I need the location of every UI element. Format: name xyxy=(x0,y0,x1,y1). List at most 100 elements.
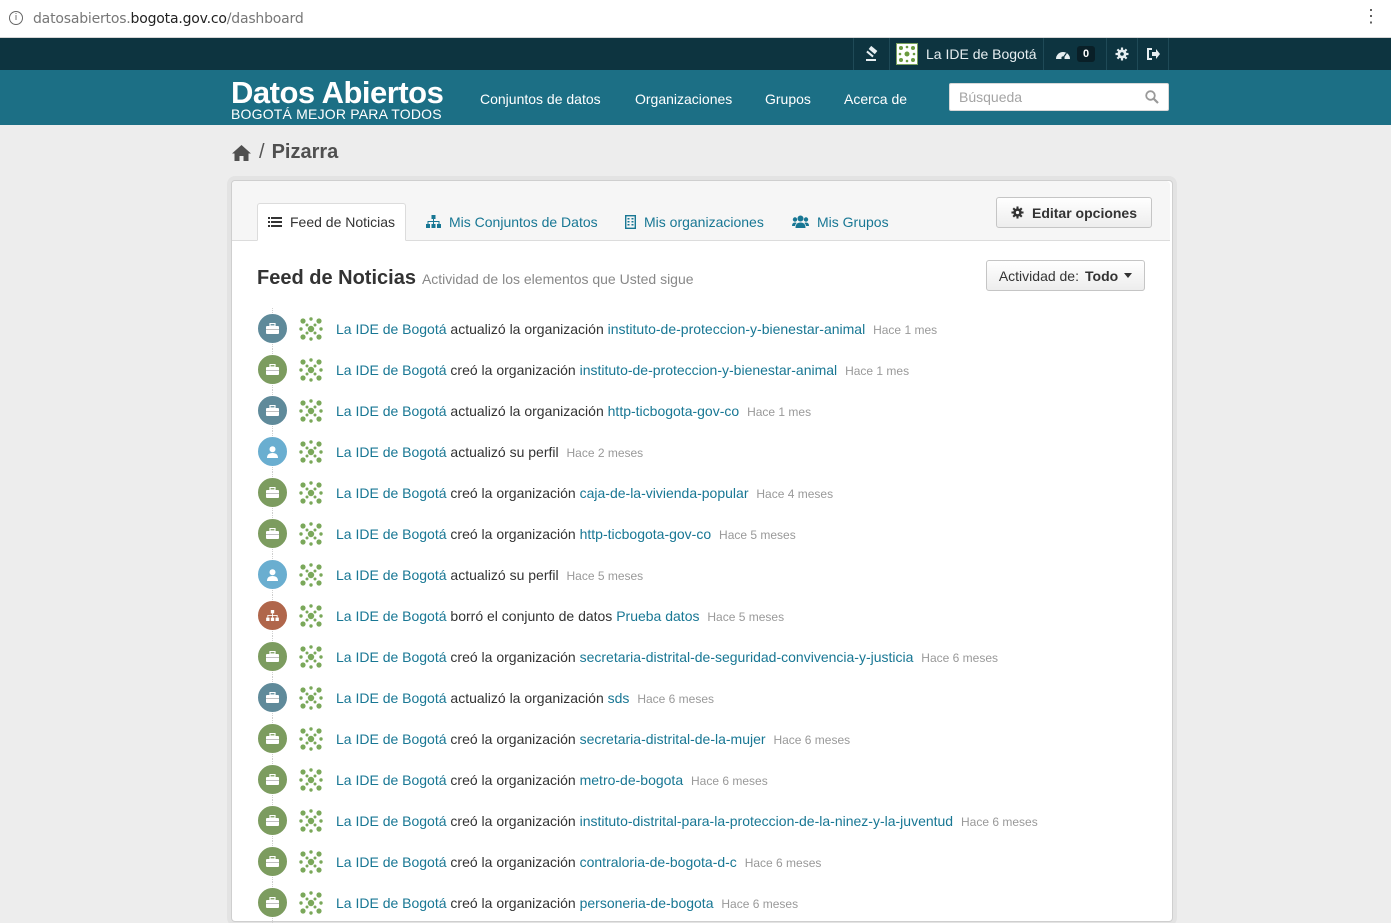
briefcase-icon xyxy=(266,528,279,539)
url-field[interactable]: datosabiertos.bogota.gov.co/dashboard xyxy=(33,11,304,27)
object-link[interactable]: instituto-distrital-para-la-proteccion-d… xyxy=(580,813,954,829)
nav-groups[interactable]: Grupos xyxy=(765,91,811,107)
dashboard-link[interactable]: 0 xyxy=(1043,38,1106,70)
actor-link[interactable]: La IDE de Bogotá xyxy=(336,772,447,788)
briefcase-icon xyxy=(266,405,279,416)
activity-text: La IDE de Bogotá creó la organización me… xyxy=(336,772,768,788)
activity-type-icon xyxy=(257,354,288,385)
sign-out-icon xyxy=(1146,48,1160,60)
activity-type-icon xyxy=(257,846,288,877)
actor-link[interactable]: La IDE de Bogotá xyxy=(336,567,447,583)
activity-text: La IDE de Bogotá actualizó su perfil Hac… xyxy=(336,567,643,583)
info-icon[interactable]: i xyxy=(9,11,23,25)
activity-action: creó la organización xyxy=(450,853,580,870)
briefcase-icon xyxy=(266,856,279,867)
breadcrumb-current[interactable]: Pizarra xyxy=(272,141,339,164)
logout-link[interactable] xyxy=(1137,38,1169,70)
actor-avatar[interactable] xyxy=(297,807,325,835)
actor-avatar[interactable] xyxy=(297,684,325,712)
tab-my-organizations[interactable]: Mis organizaciones xyxy=(615,203,774,240)
actor-avatar[interactable] xyxy=(297,438,325,466)
tab-news-feed-label: Feed de Noticias xyxy=(290,214,396,230)
object-link[interactable]: sds xyxy=(608,690,630,706)
activity-stream: La IDE de Bogotá actualizó la organizaci… xyxy=(257,308,1157,923)
actor-link[interactable]: La IDE de Bogotá xyxy=(336,690,447,706)
actor-link[interactable]: La IDE de Bogotá xyxy=(336,895,447,911)
feed-subtitle: Actividad de los elementos que Usted sig… xyxy=(421,271,694,287)
sysadmin-link[interactable] xyxy=(853,38,889,70)
actor-avatar[interactable] xyxy=(297,561,325,589)
edit-settings-label: Editar opciones xyxy=(1031,204,1138,221)
object-link[interactable]: contraloria-de-bogota-d-c xyxy=(580,854,737,870)
actor-avatar[interactable] xyxy=(297,602,325,630)
activity-item: La IDE de Bogotá creó la organización co… xyxy=(257,841,1157,882)
search-icon[interactable] xyxy=(1145,90,1159,104)
list-icon xyxy=(268,216,282,228)
actor-link[interactable]: La IDE de Bogotá xyxy=(336,854,447,870)
activity-action: actualizó su perfil xyxy=(450,443,563,460)
nav-about[interactable]: Acerca de xyxy=(844,91,907,107)
actor-link[interactable]: La IDE de Bogotá xyxy=(336,403,447,419)
object-link[interactable]: Prueba datos xyxy=(616,608,699,624)
actor-link[interactable]: La IDE de Bogotá xyxy=(336,362,447,378)
nav-datasets[interactable]: Conjuntos de datos xyxy=(480,91,601,107)
activity-text: La IDE de Bogotá creó la organización co… xyxy=(336,854,821,870)
activity-action: creó la organización xyxy=(450,771,580,788)
actor-avatar[interactable] xyxy=(297,766,325,794)
activity-action: actualizó su perfil xyxy=(450,566,563,583)
activity-text: La IDE de Bogotá borró el conjunto de da… xyxy=(336,608,784,624)
sitemap-icon xyxy=(426,215,441,228)
actor-avatar[interactable] xyxy=(297,889,325,917)
site-logo[interactable]: Datos Abiertos BOGOTÁ MEJOR PARA TODOS xyxy=(231,77,444,122)
actor-link[interactable]: La IDE de Bogotá xyxy=(336,731,447,747)
object-link[interactable]: caja-de-la-vivienda-popular xyxy=(580,485,749,501)
object-link[interactable]: secretaria-distrital-de-seguridad-conviv… xyxy=(580,649,914,665)
object-link[interactable]: http-ticbogota-gov-co xyxy=(608,403,740,419)
actor-avatar[interactable] xyxy=(297,397,325,425)
activity-type-icon xyxy=(257,641,288,672)
object-link[interactable]: instituto-de-proteccion-y-bienestar-anim… xyxy=(608,321,866,337)
gavel-icon xyxy=(865,46,877,61)
activity-text: La IDE de Bogotá actualizó la organizaci… xyxy=(336,690,714,706)
actor-link[interactable]: La IDE de Bogotá xyxy=(336,813,447,829)
dashboard-icon xyxy=(1055,52,1070,60)
tab-my-groups[interactable]: Mis Grupos xyxy=(782,203,899,240)
activity-filter-dropdown[interactable]: Actividad de: Todo xyxy=(986,260,1145,291)
user-profile-link[interactable]: La IDE de Bogotá xyxy=(889,38,1043,70)
tab-news-feed[interactable]: Feed de Noticias xyxy=(257,203,407,241)
activity-date: Hace 6 meses xyxy=(921,650,998,665)
actor-link[interactable]: La IDE de Bogotá xyxy=(336,321,447,337)
activity-item: La IDE de Bogotá creó la organización ca… xyxy=(257,472,1157,513)
activity-item: La IDE de Bogotá creó la organización in… xyxy=(257,349,1157,390)
actor-avatar[interactable] xyxy=(297,643,325,671)
actor-link[interactable]: La IDE de Bogotá xyxy=(336,608,447,624)
actor-avatar[interactable] xyxy=(297,356,325,384)
activity-action: creó la organización xyxy=(450,812,580,829)
tab-my-datasets[interactable]: Mis Conjuntos de Datos xyxy=(416,203,608,240)
activity-item: La IDE de Bogotá borró el conjunto de da… xyxy=(257,595,1157,636)
actor-avatar[interactable] xyxy=(297,725,325,753)
object-link[interactable]: personeria-de-bogota xyxy=(580,895,714,911)
browser-menu-icon[interactable]: ⋮ xyxy=(1362,6,1380,27)
activity-text: La IDE de Bogotá actualizó la organizaci… xyxy=(336,321,937,337)
object-link[interactable]: http-ticbogota-gov-co xyxy=(580,526,712,542)
edit-settings-button[interactable]: Editar opciones xyxy=(996,197,1152,228)
actor-link[interactable]: La IDE de Bogotá xyxy=(336,485,447,501)
object-link[interactable]: secretaria-distrital-de-la-mujer xyxy=(580,731,766,747)
settings-link[interactable] xyxy=(1106,38,1137,70)
actor-link[interactable]: La IDE de Bogotá xyxy=(336,444,447,460)
actor-avatar[interactable] xyxy=(297,479,325,507)
home-icon[interactable] xyxy=(231,144,252,162)
actor-avatar[interactable] xyxy=(297,848,325,876)
actor-link[interactable]: La IDE de Bogotá xyxy=(336,649,447,665)
site-subtitle: BOGOTÁ MEJOR PARA TODOS xyxy=(231,106,442,122)
object-link[interactable]: instituto-de-proteccion-y-bienestar-anim… xyxy=(580,362,838,378)
actor-avatar[interactable] xyxy=(297,520,325,548)
nav-organizations[interactable]: Organizaciones xyxy=(635,91,732,107)
caret-down-icon xyxy=(1124,273,1133,278)
object-link[interactable]: metro-de-bogota xyxy=(580,772,684,788)
actor-avatar[interactable] xyxy=(297,315,325,343)
actor-link[interactable]: La IDE de Bogotá xyxy=(336,526,447,542)
search-input[interactable] xyxy=(950,84,1148,110)
activity-action: creó la organización xyxy=(450,525,580,542)
